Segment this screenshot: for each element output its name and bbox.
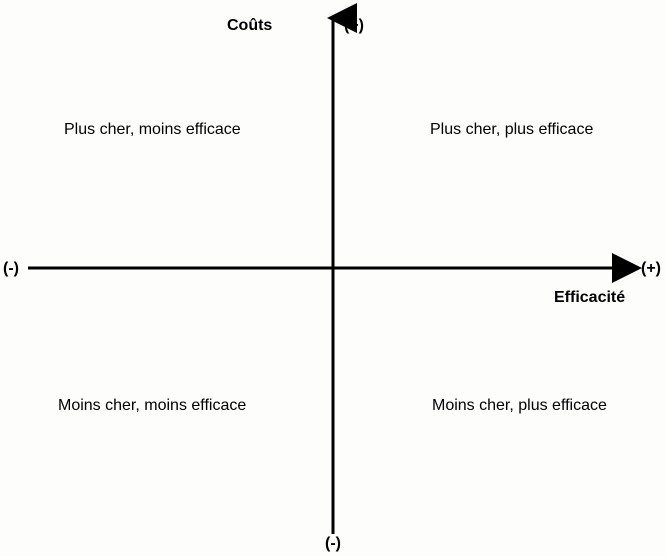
quadrant-top-left: Plus cher, moins efficace xyxy=(64,122,241,138)
x-axis-label: Efficacité xyxy=(554,290,625,306)
quadrant-top-right: Plus cher, plus efficace xyxy=(430,122,593,138)
y-axis-minus: (-) xyxy=(325,536,341,552)
y-axis-label: Coûts xyxy=(227,18,272,34)
x-axis-minus: (-) xyxy=(3,261,19,277)
y-axis-plus: (+) xyxy=(344,18,364,34)
x-axis-plus: (+) xyxy=(641,261,661,277)
axes-svg xyxy=(0,0,666,556)
quadrant-bottom-right: Moins cher, plus efficace xyxy=(432,398,607,414)
quadrant-diagram: Coûts (+) (-) (-) (+) Efficacité Plus ch… xyxy=(0,0,666,556)
quadrant-bottom-left: Moins cher, moins efficace xyxy=(58,398,246,414)
